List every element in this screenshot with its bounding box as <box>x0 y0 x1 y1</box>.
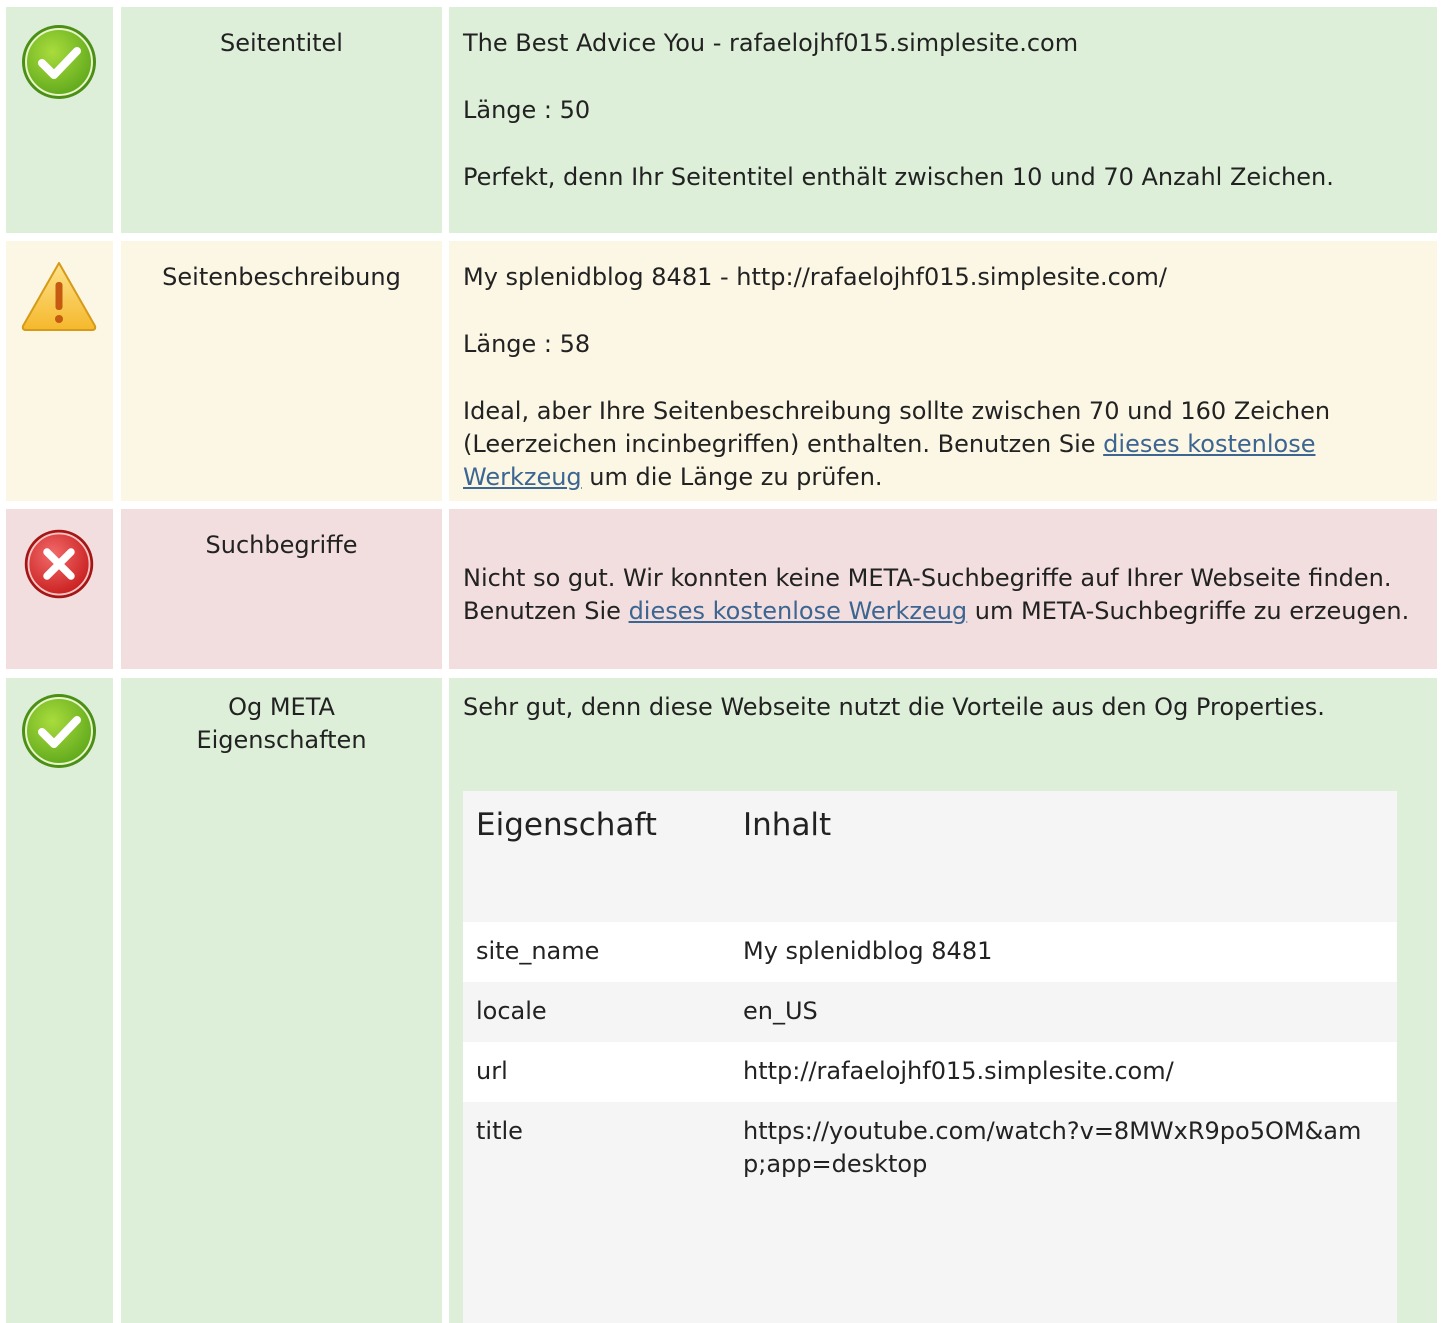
status-cell <box>6 241 113 501</box>
assessment-text: Ideal, aber Ihre Seitenbeschreibung soll… <box>463 397 1331 491</box>
error-x-circle-icon <box>24 529 94 599</box>
result-row-og-meta: Og META Eigenschaften Sehr gut, denn die… <box>0 678 1443 1323</box>
assessment-text: Sehr gut, denn diese Webseite nutzt die … <box>463 693 1325 721</box>
row-content: Nicht so gut. Wir konnten keine META-Suc… <box>449 509 1437 669</box>
free-tool-link[interactable]: dieses kostenlose Werkzeug <box>629 597 968 625</box>
result-row-seitentitel: Seitentitel The Best Advice You - rafael… <box>0 7 1443 233</box>
status-cell <box>6 509 113 669</box>
warning-triangle-icon <box>21 262 97 331</box>
status-cell <box>6 7 113 233</box>
row-label: Suchbegriffe <box>121 509 442 669</box>
table-row: locale en_US <box>463 982 1397 1042</box>
check-circle-icon <box>22 694 96 768</box>
content-cell: My splenidblog 8481 <box>743 937 993 965</box>
table-row: site_name My splenidblog 8481 <box>463 922 1397 982</box>
property-cell: title <box>476 1117 523 1145</box>
assessment-text: Nicht so gut. Wir konnten keine META-Suc… <box>463 564 1410 625</box>
content-cell: https://youtube.com/watch?v=8MWxR9po5OM&… <box>743 1117 1362 1178</box>
row-content: The Best Advice You - rafaelojhf015.simp… <box>449 7 1437 233</box>
property-cell: locale <box>476 997 547 1025</box>
row-label: Seitentitel <box>121 7 442 233</box>
status-cell <box>6 678 113 1323</box>
row-label: Og META Eigenschaften <box>121 678 442 1323</box>
result-row-suchbegriffe: Suchbegriffe Nicht so gut. Wir konnten k… <box>0 509 1443 669</box>
table-header: Eigenschaft Inhalt <box>463 791 1397 922</box>
content-cell: en_US <box>743 997 818 1025</box>
table-row: url http://rafaelojhf015.simplesite.com/ <box>463 1042 1397 1102</box>
table-row: title https://youtube.com/watch?v=8MWxR9… <box>463 1102 1397 1323</box>
og-properties-table: Eigenschaft Inhalt site_name My splenidb… <box>463 791 1397 1323</box>
page-title-value: The Best Advice You - rafaelojhf015.simp… <box>463 29 1079 57</box>
property-cell: site_name <box>476 937 600 965</box>
column-header-inhalt: Inhalt <box>743 807 832 843</box>
length-value: Länge : 58 <box>463 330 591 358</box>
row-label: Seitenbeschreibung <box>121 241 442 501</box>
row-content: My splenidblog 8481 - http://rafaelojhf0… <box>449 241 1437 501</box>
row-content: Sehr gut, denn diese Webseite nutzt die … <box>449 678 1437 1323</box>
result-row-seitenbeschreibung: Seitenbeschreibung My splenidblog 8481 -… <box>0 241 1443 501</box>
meta-description-value: My splenidblog 8481 - http://rafaelojhf0… <box>463 263 1167 291</box>
content-cell: http://rafaelojhf015.simplesite.com/ <box>743 1057 1174 1085</box>
assessment-text: Perfekt, denn Ihr Seitentitel enthält zw… <box>463 163 1334 191</box>
length-value: Länge : 50 <box>463 96 591 124</box>
check-circle-icon <box>22 25 96 99</box>
property-cell: url <box>476 1057 508 1085</box>
column-header-eigenschaft: Eigenschaft <box>476 807 657 843</box>
